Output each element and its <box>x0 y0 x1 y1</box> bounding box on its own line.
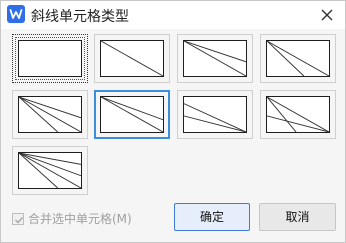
tile-preview <box>266 96 330 133</box>
dialog-title: 斜线单元格类型 <box>31 9 129 25</box>
tile-two-lines-low[interactable] <box>177 90 253 139</box>
tile-three-lines-mixed[interactable] <box>260 90 336 139</box>
diagonal-lines-icon <box>267 97 329 132</box>
merge-cells-checkbox[interactable] <box>12 213 24 225</box>
tile-preview <box>183 40 247 77</box>
diagonal-lines-icon <box>19 97 81 132</box>
tile-preview <box>100 40 164 77</box>
diagonal-lines-icon <box>101 41 163 76</box>
tile-preview <box>18 96 82 133</box>
tile-preview <box>266 40 330 77</box>
tile-two-lines-right[interactable] <box>260 34 336 83</box>
diagonal-lines-icon <box>101 97 163 132</box>
tile-no-diagonal[interactable] <box>12 34 88 83</box>
merge-cells-checkbox-row: 合并选中单元格(M) <box>12 210 132 226</box>
wps-app-icon <box>7 5 25 23</box>
tile-two-lines-shallow[interactable] <box>94 90 170 139</box>
close-icon[interactable] <box>317 5 337 25</box>
cancel-button[interactable]: 取消 <box>259 203 336 231</box>
tile-preview <box>18 152 82 189</box>
tile-preview <box>183 96 247 133</box>
tile-three-lines-fan[interactable] <box>12 90 88 139</box>
diagonal-lines-icon <box>267 41 329 76</box>
tile-single-diagonal[interactable] <box>94 34 170 83</box>
diagonal-cell-dialog: 斜线单元格类型 合并选中单元格(M) 确定 取消 <box>0 0 346 243</box>
ok-button[interactable]: 确定 <box>174 203 250 231</box>
tile-preview <box>100 96 164 133</box>
tile-two-lines-bottom[interactable] <box>177 34 253 83</box>
tile-preview <box>18 40 82 77</box>
diagonal-lines-icon <box>184 103 246 132</box>
tile-four-lines-fan[interactable] <box>12 146 88 195</box>
diagonal-lines-icon <box>19 153 81 188</box>
title-bar: 斜线单元格类型 <box>1 1 345 29</box>
merge-cells-label: 合并选中单元格(M) <box>28 212 132 226</box>
diagonal-lines-icon <box>184 41 246 76</box>
